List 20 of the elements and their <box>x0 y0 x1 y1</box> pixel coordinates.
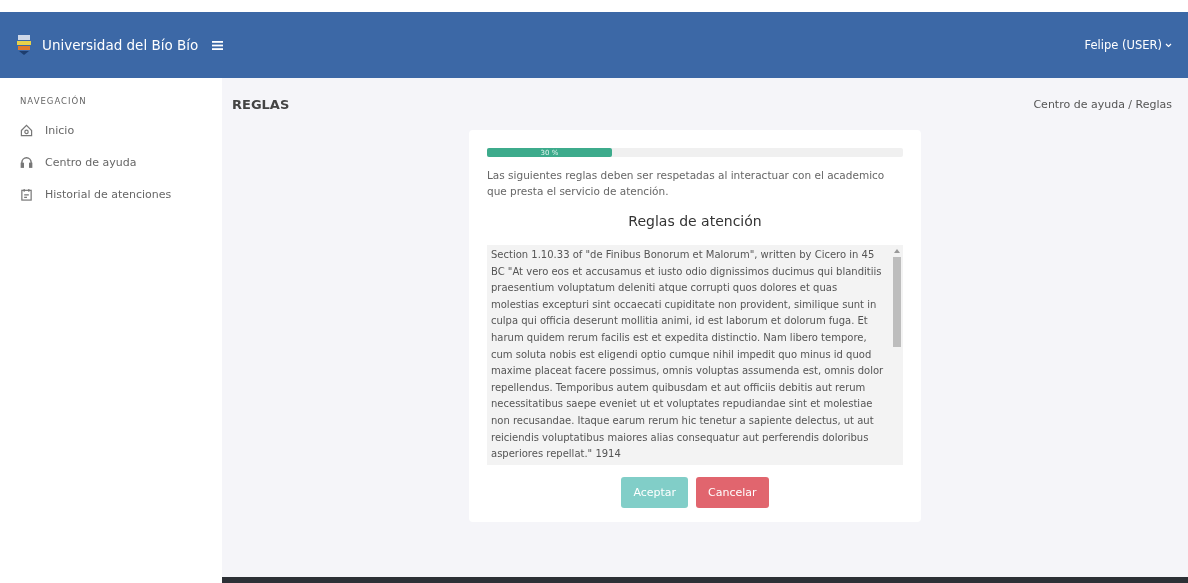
menu-icon[interactable] <box>212 40 223 50</box>
home-icon <box>20 124 33 137</box>
sidebar-heading: NAVEGACIÓN <box>20 96 88 106</box>
user-menu[interactable]: Felipe (USER) <box>1084 38 1172 52</box>
sidebar-item[interactable]: Inicio <box>20 124 222 137</box>
crest-logo-icon <box>16 35 32 55</box>
calendar-icon <box>20 188 33 201</box>
cancel-button[interactable]: Cancelar <box>696 476 769 508</box>
rules-heading: Reglas de atención <box>627 213 763 229</box>
intro-text: Las siguientes reglas deben ser respetadas al interactuar con el academico que presta el servicio de atención. <box>487 168 886 199</box>
scroll-up-icon[interactable] <box>894 249 900 253</box>
scrollbar-thumb[interactable] <box>893 257 901 347</box>
headset-icon <box>20 156 33 169</box>
sidebar-item[interactable]: Historial de atenciones <box>20 188 222 201</box>
sidebar-item[interactable]: Centro de ayuda <box>20 156 222 169</box>
breadcrumb: Centro de ayuda / Reglas <box>1033 97 1172 111</box>
brand-name[interactable]: Universidad del Bío Bío <box>42 37 212 53</box>
page-title: REGLAS <box>232 96 290 112</box>
chevron-down-icon <box>1165 42 1172 48</box>
rules-text-area[interactable]: Section 1.10.33 of "de Finibus Bonorum et Malorum", written by Cicero in 45 BC "At vero eos et accusamus et iusto odio dignissimos ducimus qui blanditiis praesentium voluptatum deleniti atque corrupti quos dolores et quas molestias excepturi sint occaecati cupiditate non provident, similique sunt in culpa qui officia deserunt mollitia animi, id est laborum et dolorum fuga. Et harum quidem rerum facilis est et expedita distinctio. Nam libero tempore, cum soluta nobis est eligendi optio cumque nihil impedit quo minus id quod maxime placeat facere possimus, omnis voluptas assumenda est, omnis dolor repellendus. Temporibus autem quibusdam et aut officiis debitis aut rerum necessitatibus saepe eveniet ut et voluptates repudiandae sint et molestiae non recusandae. Itaque earum rerum hic tenetur a sapiente delectus, ut aut reiciendis voluptatibus maiores alias consequatur aut perferendis doloribus asperiores repellat." 1914 <box>487 245 903 465</box>
